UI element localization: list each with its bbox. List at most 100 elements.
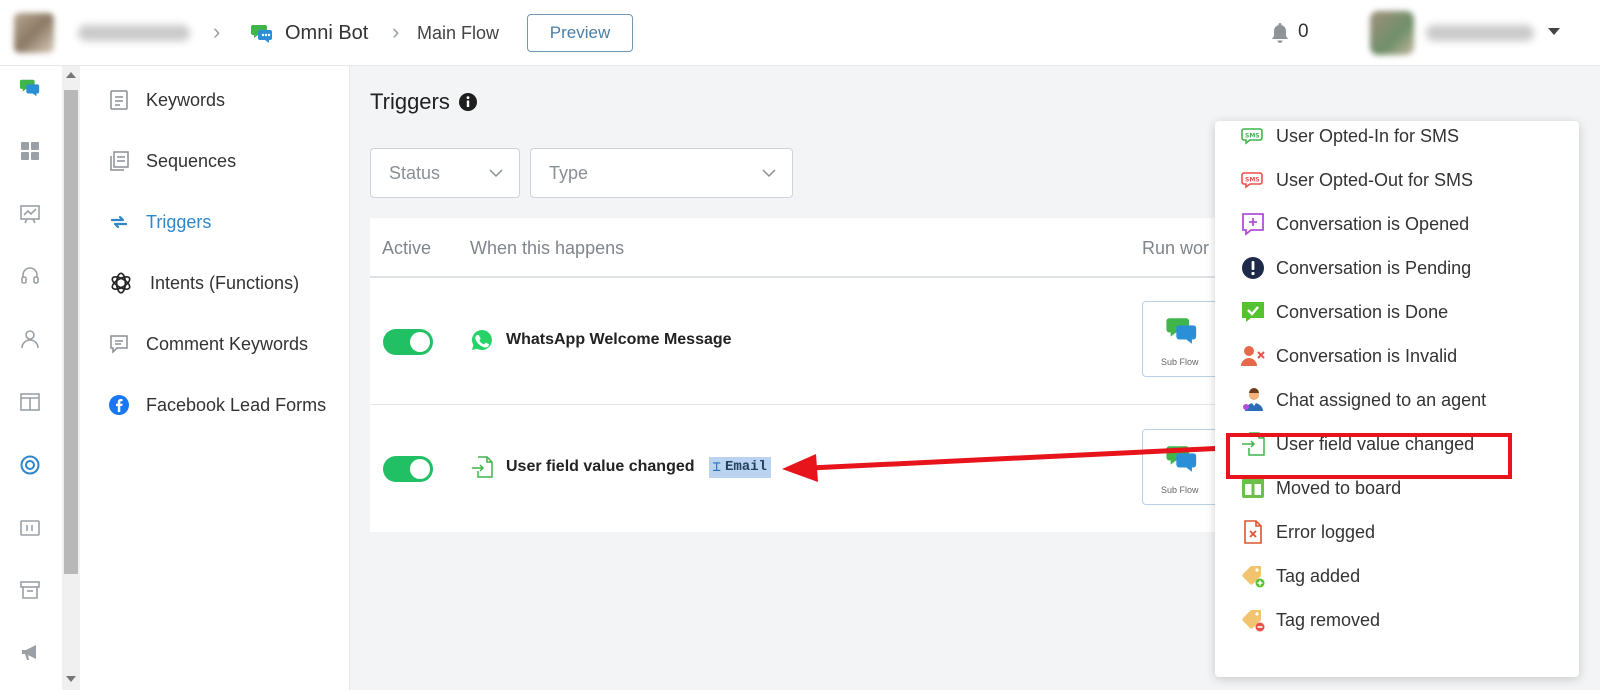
dropdown-item-moved-to-board[interactable]: Moved to board	[1240, 473, 1401, 503]
board-icon	[1242, 478, 1264, 498]
dropdown-item-conversation-invalid[interactable]: Conversation is Invalid	[1240, 341, 1457, 371]
pending-icon	[1242, 257, 1264, 279]
page-title-text: Triggers	[370, 89, 450, 114]
field-chip-label: Email	[724, 459, 767, 475]
dropdown-item-label: Moved to board	[1276, 477, 1402, 498]
dropdown-item-sms-opt-out[interactable]: SMS User Opted-Out for SMS	[1240, 165, 1473, 195]
subnav-item-intents[interactable]: Intents (Functions)	[108, 268, 299, 298]
status-filter-select[interactable]: Status	[370, 148, 520, 198]
breadcrumb-separator-icon: ›	[392, 19, 400, 44]
subnav-label: Facebook Lead Forms	[146, 394, 327, 415]
contacts-icon[interactable]	[19, 328, 41, 350]
scroll-down-arrow-icon[interactable]	[66, 676, 76, 682]
bell-icon[interactable]	[1270, 22, 1290, 44]
active-toggle[interactable]	[383, 329, 433, 355]
dropdown-item-tag-added[interactable]: Tag added	[1240, 561, 1360, 591]
layout-icon[interactable]	[19, 391, 41, 413]
workspace-name-blurred[interactable]	[78, 25, 190, 41]
tag-remove-icon	[1242, 610, 1265, 632]
chat-bot-icon[interactable]	[19, 77, 41, 99]
subnav-item-facebook-lead-forms[interactable]: Facebook Lead Forms	[108, 390, 326, 420]
header-divider	[370, 276, 1215, 278]
subflow-card[interactable]: Sub Flow	[1142, 429, 1222, 505]
field-chip[interactable]: ⌶ Email	[708, 456, 771, 478]
headset-icon[interactable]	[19, 265, 41, 287]
bot-name[interactable]: Omni Bot	[285, 20, 368, 46]
dropdown-item-conversation-pending[interactable]: Conversation is Pending	[1240, 253, 1471, 283]
sequences-icon	[110, 151, 129, 171]
workspace-avatar[interactable]	[14, 13, 54, 53]
input-field-icon[interactable]	[19, 517, 41, 539]
dropdown-item-tag-removed[interactable]: Tag removed	[1240, 605, 1380, 635]
error-file-icon	[1244, 520, 1262, 544]
scroll-up-arrow-icon[interactable]	[66, 72, 76, 78]
user-field-icon	[1242, 432, 1265, 456]
dropdown-item-label: User field value changed	[1276, 433, 1475, 454]
page-title: Triggers	[370, 89, 478, 115]
column-header-when: When this happens	[470, 238, 625, 258]
scroll-thumb[interactable]	[64, 90, 78, 574]
subnav-item-sequences[interactable]: Sequences	[108, 146, 236, 176]
tag-add-icon	[1242, 566, 1265, 588]
rail-scrollbar[interactable]	[62, 66, 80, 690]
archive-icon[interactable]	[19, 579, 41, 601]
chevron-down-icon	[489, 169, 503, 178]
conversation-open-icon	[1242, 213, 1264, 236]
svg-text:SMS: SMS	[1245, 133, 1260, 140]
status-filter-value: Status	[389, 162, 441, 183]
flow-name[interactable]: Main Flow	[417, 21, 499, 45]
trigger-name: WhatsApp Welcome Message	[506, 331, 732, 348]
subnav-item-triggers[interactable]: Triggers	[108, 207, 211, 237]
done-icon	[1242, 302, 1264, 322]
whatsapp-icon	[472, 330, 492, 350]
text-cursor-icon: ⌶	[712, 459, 721, 476]
subnav-item-keywords[interactable]: Keywords	[108, 85, 225, 115]
dropdown-item-conversation-done[interactable]: Conversation is Done	[1240, 297, 1448, 327]
subflow-label: Sub Flow	[1161, 357, 1199, 367]
subflow-chat-icon	[1166, 318, 1197, 344]
dropdown-item-user-field-changed[interactable]: User field value changed	[1240, 429, 1474, 459]
dropdown-item-label: Conversation is Pending	[1276, 257, 1472, 278]
dropdown-item-label: Tag added	[1276, 565, 1361, 586]
table-row-trigger[interactable]: WhatsApp Welcome Message	[470, 328, 732, 352]
subflow-card[interactable]: Sub Flow	[1142, 301, 1222, 377]
sms-out-icon: SMS	[1241, 172, 1263, 189]
analytics-icon[interactable]	[19, 203, 41, 225]
table-row-trigger[interactable]: User field value changed ⌶ Email	[470, 455, 771, 479]
dropdown-item-label: Tag removed	[1276, 609, 1381, 630]
type-filter-value: Type	[549, 162, 589, 183]
type-filter-select[interactable]: Type	[530, 148, 793, 198]
subnav-label: Comment Keywords	[146, 333, 309, 354]
chevron-down-icon[interactable]	[1548, 28, 1560, 35]
user-avatar[interactable]	[1370, 11, 1414, 55]
active-toggle[interactable]	[383, 456, 433, 482]
subnav-item-comment-keywords[interactable]: Comment Keywords	[108, 329, 308, 359]
user-name-blurred[interactable]	[1426, 25, 1534, 41]
dropdown-item-conversation-opened[interactable]: Conversation is Opened	[1240, 209, 1469, 239]
dropdown-item-chat-assigned[interactable]: Chat assigned to an agent	[1240, 385, 1486, 415]
dropdown-item-label: Chat assigned to an agent	[1276, 389, 1487, 410]
comment-icon	[110, 335, 128, 354]
subnav-label: Triggers	[146, 211, 212, 232]
agent-icon	[1243, 388, 1263, 411]
dropdown-item-error-logged[interactable]: Error logged	[1240, 517, 1375, 547]
column-header-active: Active	[382, 238, 432, 258]
subnav-label: Keywords	[146, 89, 226, 110]
facebook-icon	[109, 395, 129, 415]
preview-button[interactable]: Preview	[527, 14, 633, 52]
dropdown-item-sms-opt-in[interactable]: SMS User Opted-In for SMS	[1240, 121, 1459, 151]
trigger-name: User field value changed	[506, 458, 695, 475]
info-icon[interactable]	[458, 92, 478, 112]
support-lifebuoy-icon[interactable]	[19, 454, 41, 476]
dashboard-icon[interactable]	[19, 140, 41, 162]
icon-rail	[0, 66, 62, 690]
svg-text:SMS: SMS	[1245, 177, 1260, 184]
dropdown-item-label: Conversation is Opened	[1276, 213, 1470, 234]
megaphone-icon[interactable]	[19, 641, 41, 663]
openai-icon	[111, 272, 131, 294]
subnav-label: Intents (Functions)	[150, 272, 300, 293]
keywords-icon	[110, 90, 128, 110]
row-divider	[370, 404, 1215, 405]
subflow-chat-icon	[1166, 446, 1197, 472]
invalid-user-icon	[1241, 346, 1265, 366]
